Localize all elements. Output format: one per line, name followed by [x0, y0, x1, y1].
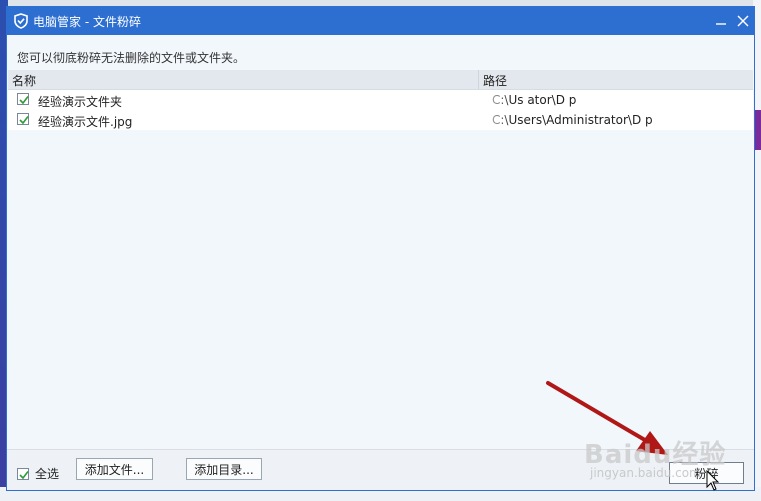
add-file-button[interactable]: 添加文件...: [76, 458, 153, 480]
add-directory-button[interactable]: 添加目录...: [186, 458, 262, 480]
mouse-cursor-icon: [706, 470, 720, 491]
file-name: 经验演示文件.jpg: [38, 115, 133, 129]
minimize-icon[interactable]: [710, 10, 732, 32]
select-all-label: 全选: [35, 467, 60, 481]
window-title: 电脑管家 - 文件粉碎: [33, 14, 141, 29]
title-bar[interactable]: 电脑管家 - 文件粉碎: [7, 7, 754, 35]
list-header: 名称 路径: [8, 70, 753, 90]
row-checkbox[interactable]: [17, 113, 29, 125]
path-obscured: [478, 90, 512, 110]
path-obscured: [478, 110, 512, 130]
select-all-checkbox[interactable]: [17, 467, 29, 480]
close-icon[interactable]: [732, 10, 754, 32]
instruction-text: 您可以彻底粉碎无法删除的文件或文件夹。: [17, 51, 246, 65]
column-header-name[interactable]: 名称: [12, 72, 36, 89]
select-all[interactable]: 全选: [17, 465, 59, 482]
pc-manager-shield-icon: [13, 13, 29, 29]
row-checkbox[interactable]: [17, 93, 29, 105]
watermark-url: jingyan.baidu.com: [590, 466, 701, 480]
list-item[interactable]: 经验演示文件.jpg C:\Users\Administrator\D p: [8, 110, 753, 130]
file-path: C:\Users\Administrator\D p: [492, 113, 653, 127]
column-divider[interactable]: [478, 70, 479, 89]
column-header-path[interactable]: 路径: [483, 72, 507, 89]
list-item[interactable]: 经验演示文件夹 C:\Us ator\D p: [8, 90, 753, 110]
file-name: 经验演示文件夹: [38, 95, 123, 109]
